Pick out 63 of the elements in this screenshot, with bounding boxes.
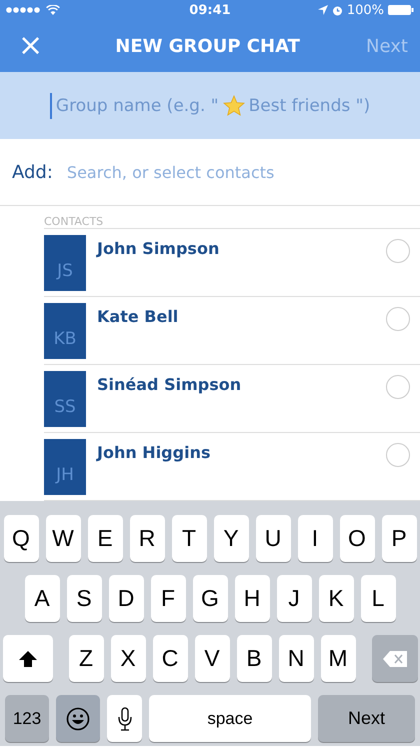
section-header: CONTACTS [44,215,104,228]
delete-key[interactable] [372,635,418,682]
keyboard-key[interactable]: G [192,575,228,622]
keyboard-key[interactable]: I [298,515,332,562]
select-radio[interactable] [386,239,410,263]
contact-avatar: JS [44,235,86,291]
keyboard-key[interactable]: Z [68,635,104,682]
contact-avatar: KB [44,303,86,359]
wifi-icon [46,5,60,15]
alarm-clock-icon [332,4,343,16]
microphone-key[interactable] [107,695,142,742]
keyboard-key[interactable]: T [172,515,206,562]
shift-arrow-icon [18,650,36,666]
status-time: 09:41 [189,2,231,18]
contact-avatar: SS [44,371,86,427]
select-radio[interactable] [386,443,410,467]
keyboard-key[interactable]: O [340,515,374,562]
contact-row[interactable]: JS John Simpson [44,229,420,297]
keyboard-key[interactable]: N [278,635,314,682]
contact-name: Sinéad Simpson [97,375,242,394]
contact-row[interactable]: KB Kate Bell [44,297,420,365]
microphone-icon [118,706,132,730]
contact-name: John Simpson [97,239,220,258]
shift-key[interactable] [2,635,52,682]
keyboard-key[interactable]: D [108,575,144,622]
contact-avatar: JH [44,439,86,495]
contact-row[interactable]: SS Sinéad Simpson [44,365,420,433]
numbers-key[interactable]: 123 [5,695,49,742]
add-label: Add: [12,162,53,182]
emoji-key[interactable] [56,695,100,742]
glowing-star-icon [222,94,245,116]
keyboard-key[interactable]: F [150,575,186,622]
next-key[interactable]: Next [318,695,415,742]
signal-icon [6,7,42,13]
keyboard-key[interactable]: E [88,515,122,562]
keyboard-key[interactable]: L [360,575,396,622]
contact-name: John Higgins [97,443,212,462]
keyboard-key[interactable]: A [24,575,60,622]
keyboard-key[interactable]: P [382,515,416,562]
keyboard-key[interactable]: X [110,635,146,682]
select-radio[interactable] [386,375,410,399]
keyboard-key[interactable]: R [130,515,164,562]
keyboard-key[interactable]: J [276,575,312,622]
contact-name: Kate Bell [97,307,180,326]
keyboard-key[interactable]: C [152,635,188,682]
screen-title: NEW GROUP CHAT [115,36,300,56]
smiley-icon [66,706,90,730]
keyboard-key[interactable]: B [236,635,272,682]
select-radio[interactable] [386,307,410,331]
keyboard-key[interactable]: Q [4,515,38,562]
battery-percentage: 100% [346,2,384,18]
keyboard-key[interactable]: S [66,575,102,622]
delete-icon [382,650,406,666]
battery-icon [388,5,414,15]
keyboard-key[interactable]: M [320,635,356,682]
space-key[interactable]: space [149,695,311,742]
keyboard-key[interactable]: K [318,575,354,622]
keyboard-key[interactable]: H [234,575,270,622]
keyboard-key[interactable]: U [256,515,290,562]
keyboard-key[interactable]: W [46,515,80,562]
keyboard-key[interactable]: V [194,635,230,682]
keyboard-key[interactable]: Y [214,515,248,562]
location-arrow-icon [318,5,328,15]
